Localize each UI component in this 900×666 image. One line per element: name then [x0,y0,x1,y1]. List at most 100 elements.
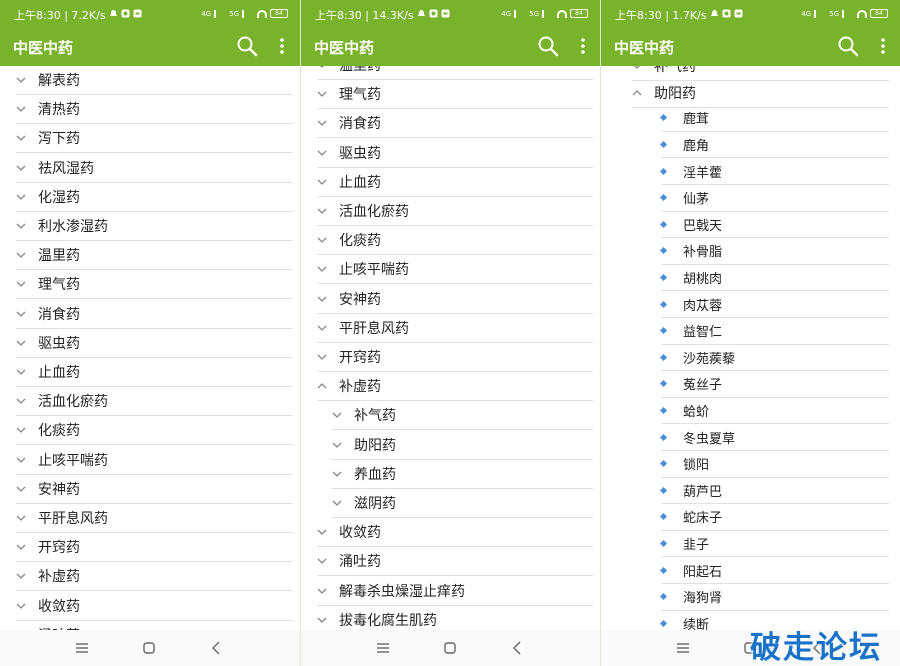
herb-item[interactable]: 益智仁 [659,318,889,345]
herb-item[interactable]: 韭子 [659,531,889,558]
more-options-icon[interactable] [577,36,589,56]
herb-item[interactable]: 海狗肾 [659,584,889,611]
home-icon[interactable] [442,640,458,656]
category-row[interactable]: 涌吐药 [317,547,593,577]
item-label: 助阳药 [354,437,396,454]
category-row[interactable]: 化痰药 [16,416,292,446]
category-row[interactable]: 补虚药 [16,562,292,592]
category-row[interactable]: 化湿药 [16,183,292,212]
signal-icon [842,9,854,18]
category-row[interactable]: 止咳平喘药 [16,446,292,475]
category-row[interactable]: 平肝息风药 [16,504,292,533]
phone-screen-1: 上午8:30 | 7.2K/s 4G 5G 84 中医中药 解表药 清热药 泻下药 祛风湿药 化湿… [0,0,300,666]
herb-item[interactable]: 沙苑蒺藜 [659,345,889,372]
clock-time: 上午8:30 [615,9,662,22]
search-icon[interactable] [837,35,859,57]
category-row[interactable]: 消食药 [16,300,292,329]
herb-item[interactable]: 胡桃肉 [659,265,889,292]
category-row[interactable]: 收敛药 [317,518,593,548]
search-icon[interactable] [537,35,559,57]
category-row[interactable]: 涌吐药 [16,621,292,630]
network-speed: 7.2K/s [71,8,106,22]
item-label: 补气药 [654,66,696,75]
chevron-down-icon [16,544,26,551]
herb-item[interactable]: 葫芦巴 [659,478,889,505]
recent-apps-icon[interactable] [375,640,391,656]
herb-item[interactable]: 仙茅 [659,185,889,212]
leaf-bullet-icon [659,593,668,601]
category-row[interactable]: 止血药 [317,168,593,197]
chevron-down-icon [16,573,26,580]
app-toolbar: 中医中药 [601,28,900,66]
category-row[interactable]: 泻下药 [16,124,292,154]
herb-item[interactable]: 巴戟天 [659,212,889,239]
category-row[interactable]: 拔毒化腐生肌药 [317,606,593,630]
status-left: 上午8:30 | 14.3K/s [315,7,450,23]
subcategory-row[interactable]: 助阳药 [632,79,889,108]
subcategory-row[interactable]: 养血药 [332,460,593,489]
chevron-down-icon [16,427,26,434]
category-row[interactable]: 化痰药 [317,226,593,256]
app-title: 中医中药 [614,39,675,57]
category-row[interactable]: 开窍药 [16,533,292,563]
subcategory-row[interactable]: 滋阴药 [332,489,593,518]
network-type-1: 4G [201,9,212,18]
category-row[interactable]: 安神药 [16,475,292,504]
recent-apps-icon[interactable] [675,640,691,656]
category-row[interactable]: 清热药 [16,95,292,125]
category-row[interactable]: 收敛药 [16,592,292,621]
item-label: 化湿药 [38,189,80,206]
category-row[interactable]: 活血化瘀药 [317,197,593,226]
home-icon[interactable] [141,640,157,656]
category-row[interactable]: 平肝息风药 [317,314,593,343]
network-type-2: 5G [229,9,239,18]
item-label: 利水渗湿药 [38,219,108,235]
category-row[interactable]: 解表药 [16,66,292,95]
category-row[interactable]: 止咳平喘药 [317,255,593,285]
category-row[interactable]: 解毒杀虫燥湿止痒药 [317,577,593,606]
herb-item[interactable]: 蛇床子 [659,504,889,531]
category-row[interactable]: 驱虫药 [16,329,292,358]
category-row[interactable]: 止血药 [16,358,292,387]
back-icon[interactable] [209,640,225,656]
leaf-bullet-icon [659,220,668,228]
category-row[interactable]: 利水渗湿药 [16,212,292,241]
subcategory-row[interactable]: 补气药 [332,401,593,431]
herb-item[interactable]: 菟丝子 [659,371,889,398]
herb-item[interactable]: 补骨脂 [659,238,889,265]
category-row[interactable]: 消食药 [317,109,593,139]
signal-icon [242,9,254,18]
leaf-bullet-icon [659,114,668,122]
back-icon[interactable] [510,640,526,656]
herb-item[interactable]: 鹿角 [659,132,889,159]
more-options-icon[interactable] [877,36,889,56]
search-icon[interactable] [236,35,258,57]
category-row[interactable]: 温里药 [16,241,292,271]
category-row[interactable]: 理气药 [16,270,292,300]
category-row[interactable]: 温里药 [317,66,593,80]
more-options-icon[interactable] [276,36,288,56]
category-row[interactable]: 祛风湿药 [16,154,292,183]
chevron-down-icon [16,252,26,259]
category-row[interactable]: 补虚药 [317,372,593,402]
leaf-bullet-icon [659,300,668,308]
category-row[interactable]: 安神药 [317,285,593,314]
subcategory-row[interactable]: 助阳药 [332,431,593,460]
herb-item[interactable]: 肉苁蓉 [659,291,889,318]
herb-item[interactable]: 淫羊藿 [659,158,889,185]
herb-item[interactable]: 蛤蚧 [659,398,889,425]
status-bar: 上午8:30 | 1.7K/s 4G 5G 84 [601,0,900,28]
category-row[interactable]: 理气药 [317,80,593,110]
chevron-down-icon [16,340,26,346]
system-navigation-bar [301,630,600,666]
herb-item[interactable]: 鹿茸 [659,105,889,132]
chevron-down-icon [317,325,327,331]
herb-item[interactable]: 锁阳 [659,451,889,478]
herb-item[interactable]: 阳起石 [659,557,889,584]
herb-item[interactable]: 冬虫夏草 [659,424,889,451]
category-row[interactable]: 开窍药 [317,343,593,372]
recent-apps-icon[interactable] [74,640,90,656]
category-row[interactable]: 活血化瘀药 [16,387,292,417]
item-label: 巴戟天 [683,218,723,234]
category-row[interactable]: 驱虫药 [317,139,593,168]
